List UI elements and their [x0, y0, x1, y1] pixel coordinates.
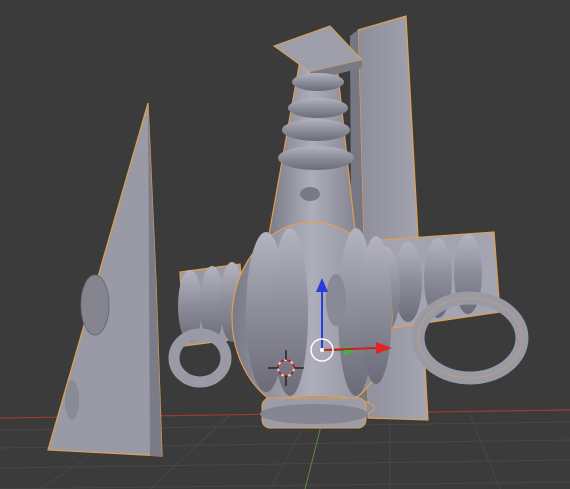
3d-viewport[interactable]	[0, 0, 570, 489]
viewport-canvas[interactable]	[0, 0, 570, 489]
tower-mesh[interactable]	[267, 25, 363, 241]
left-fin-mesh[interactable]	[47, 102, 163, 457]
